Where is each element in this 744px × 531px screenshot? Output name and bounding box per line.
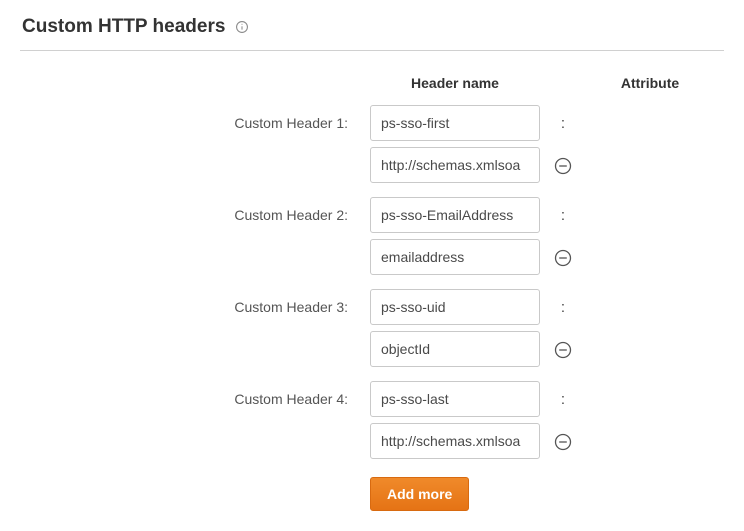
header-name-input[interactable]: [370, 381, 540, 417]
separator-colon: :: [561, 289, 565, 325]
separator-colon: :: [561, 197, 565, 233]
row-side: :: [550, 289, 576, 367]
header-attribute-input[interactable]: [370, 423, 540, 459]
row-side: :: [550, 105, 576, 183]
remove-row-button[interactable]: [554, 249, 572, 267]
info-icon[interactable]: [235, 20, 249, 34]
section-title-text: Custom HTTP headers: [22, 16, 225, 38]
row-label: Custom Header 4:: [20, 381, 370, 459]
row-side: :: [550, 197, 576, 275]
actions-row: Add more: [20, 477, 724, 511]
header-name-input[interactable]: [370, 289, 540, 325]
row-fields: [370, 289, 540, 367]
row-fields: [370, 381, 540, 459]
custom-http-headers-panel: Custom HTTP headers Header name Attribut…: [0, 0, 744, 531]
header-attribute-input[interactable]: [370, 331, 540, 367]
remove-row-button[interactable]: [554, 341, 572, 359]
header-attribute-input[interactable]: [370, 239, 540, 275]
section-title: Custom HTTP headers: [20, 10, 724, 51]
headers-grid: Header name Attribute Custom Header 1: :: [20, 75, 724, 511]
header-name-input[interactable]: [370, 197, 540, 233]
row-label: Custom Header 1:: [20, 105, 370, 183]
row-label: Custom Header 2:: [20, 197, 370, 275]
separator-colon: :: [561, 105, 565, 141]
column-header-name: Header name: [370, 75, 540, 91]
header-name-input[interactable]: [370, 105, 540, 141]
remove-row-button[interactable]: [554, 157, 572, 175]
custom-header-row: Custom Header 4: :: [20, 381, 724, 459]
header-attribute-input[interactable]: [370, 147, 540, 183]
actions-spacer: [20, 477, 370, 511]
row-fields: [370, 105, 540, 183]
add-more-button[interactable]: Add more: [370, 477, 469, 511]
row-fields: [370, 197, 540, 275]
column-header-attribute: Attribute: [576, 75, 724, 91]
column-headers: Header name Attribute: [20, 75, 724, 91]
row-side: :: [550, 381, 576, 459]
custom-header-row: Custom Header 3: :: [20, 289, 724, 367]
custom-header-row: Custom Header 2: :: [20, 197, 724, 275]
remove-row-button[interactable]: [554, 433, 572, 451]
row-label: Custom Header 3:: [20, 289, 370, 367]
separator-colon: :: [561, 381, 565, 417]
custom-header-row: Custom Header 1: :: [20, 105, 724, 183]
